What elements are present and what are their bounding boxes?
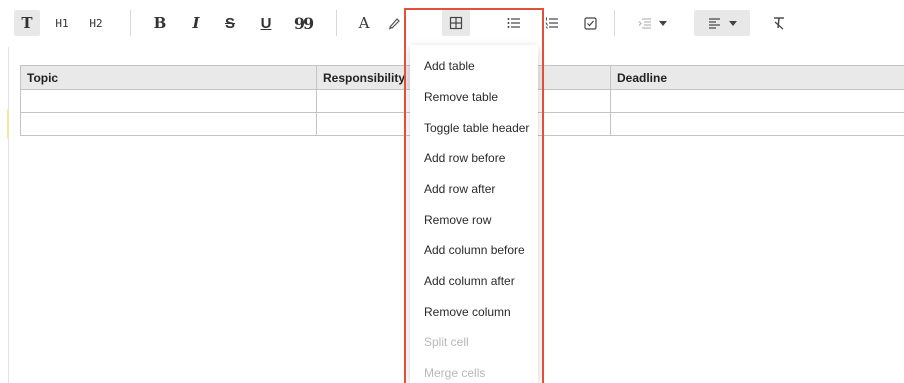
- table-header-cell[interactable]: Deadline: [610, 65, 904, 90]
- strikethrough-button[interactable]: S: [220, 10, 240, 36]
- table-header-cell[interactable]: Topic: [20, 65, 317, 90]
- table-cell[interactable]: [20, 89, 317, 113]
- blockquote-button[interactable]: 99: [292, 10, 314, 36]
- table-cell[interactable]: [610, 89, 904, 113]
- table-cell[interactable]: [316, 89, 411, 113]
- checklist-button[interactable]: [580, 10, 600, 36]
- numbered-list-icon: [545, 17, 558, 29]
- annotation-highlight-box: [404, 8, 544, 383]
- chevron-down-icon: [728, 20, 737, 26]
- bold-button[interactable]: B: [150, 10, 170, 36]
- underline-button[interactable]: U: [256, 10, 276, 36]
- numbered-list-button[interactable]: [542, 10, 562, 36]
- italic-button[interactable]: I: [186, 10, 206, 36]
- clear-format-icon: [774, 17, 784, 30]
- chevron-down-icon: [658, 20, 667, 26]
- heading1-button[interactable]: H1: [50, 10, 74, 36]
- clear-format-button[interactable]: [768, 10, 790, 36]
- indent-dropdown[interactable]: [630, 10, 674, 36]
- highlight-button[interactable]: [384, 10, 404, 36]
- font-color-button[interactable]: A: [354, 10, 374, 36]
- editor-margin-line: [8, 47, 9, 383]
- cursor-marker: [7, 109, 9, 139]
- indent-icon: [638, 18, 651, 28]
- table-cell[interactable]: [316, 112, 411, 136]
- align-left-icon: [708, 17, 720, 29]
- toolbar-divider: [130, 10, 131, 36]
- highlight-pen-icon: [388, 18, 400, 30]
- toolbar-divider: [336, 10, 337, 36]
- table-cell[interactable]: [610, 112, 904, 136]
- table-header-cell[interactable]: Responsibility: [316, 65, 411, 90]
- align-dropdown[interactable]: [694, 10, 750, 36]
- table-cell[interactable]: [20, 112, 317, 136]
- paragraph-button[interactable]: T: [14, 10, 40, 36]
- heading2-button[interactable]: H2: [84, 10, 108, 36]
- checklist-icon: [583, 16, 597, 30]
- toolbar-divider: [614, 10, 615, 36]
